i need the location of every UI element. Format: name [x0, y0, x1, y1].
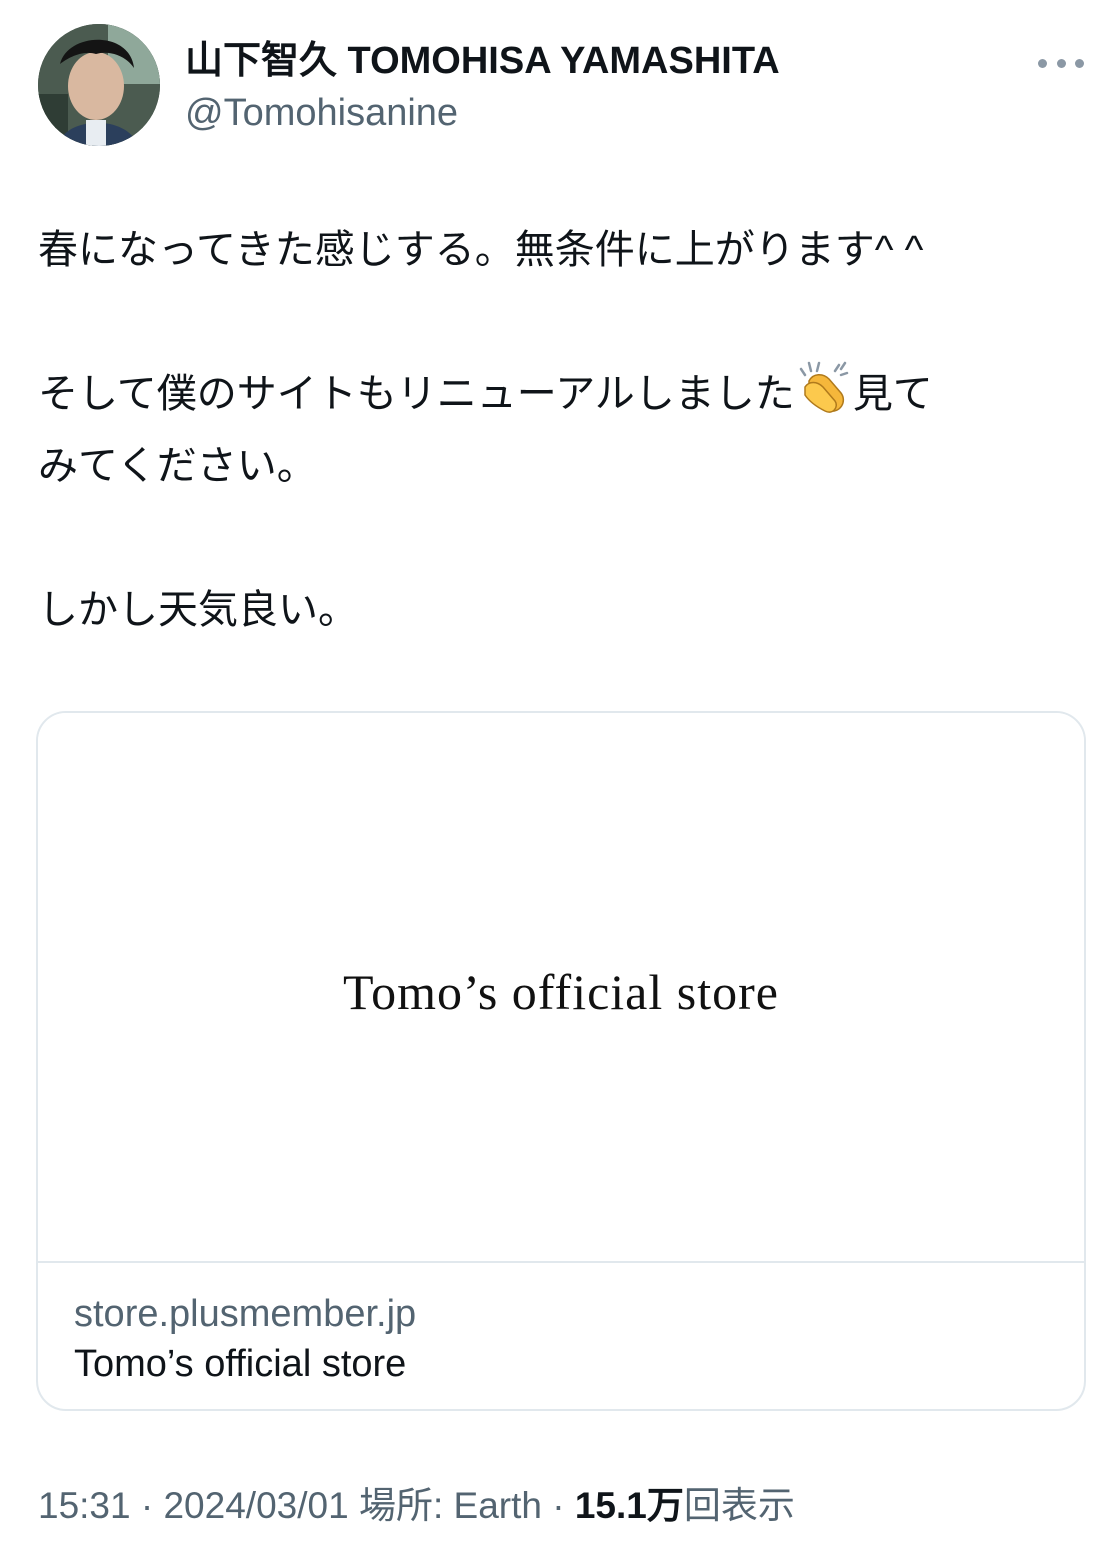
views-count[interactable]: 15.1万 — [575, 1485, 684, 1526]
tweet-text-segment: 見て — [852, 372, 933, 416]
meta-separator: · — [130, 1485, 164, 1526]
tweet-line: みてください。 — [38, 444, 317, 488]
link-card-title: Tomo’s official store — [74, 1343, 407, 1385]
tweet-meta: 15:31 · 2024/03/01 場所: Earth · 15.1万回表示 — [38, 1482, 795, 1530]
link-card-domain: store.plusmember.jp — [74, 1293, 417, 1335]
dot — [1075, 58, 1084, 68]
profile-photo-icon — [38, 24, 160, 146]
avatar[interactable] — [38, 24, 160, 146]
link-card-image[interactable]: Tomo’s official store — [38, 713, 1084, 1263]
tweet-location: 場所: Earth — [348, 1485, 542, 1526]
tweet-line: そして僕のサイトもリニューアルしました 見て — [38, 358, 1068, 430]
tweet-time[interactable]: 15:31 — [38, 1485, 131, 1526]
tweet-date[interactable]: 2024/03/01 — [163, 1485, 348, 1526]
tweet-text-segment: そして僕のサイトもリニューアルしました — [38, 372, 795, 416]
dot — [1056, 58, 1066, 68]
author-handle[interactable]: @Tomohisanine — [185, 90, 458, 136]
more-dots-icon[interactable] — [1038, 48, 1084, 78]
tweet-text: 春になってきた感じする。無条件に上がります^ ^ そして僕のサイトもリニューアル… — [38, 214, 1068, 646]
link-card[interactable]: Tomo’s official store store.plusmember.j… — [36, 711, 1086, 1411]
author-name[interactable]: 山下智久 TOMOHISA YAMASHITA — [185, 38, 780, 84]
tweet-line: しかし天気良い。 — [38, 588, 358, 632]
tweet-line: 春になってきた感じする。無条件に上がります^ ^ — [38, 228, 924, 272]
clapping-hands-icon — [799, 361, 849, 413]
link-card-image-text: Tomo’s official store — [343, 964, 779, 1020]
dot — [1038, 58, 1047, 68]
tweet-header: 山下智久 TOMOHISA YAMASHITA @Tomohisanine — [38, 24, 1084, 148]
meta-separator: · — [541, 1485, 575, 1526]
views-label: 回表示 — [683, 1485, 795, 1526]
